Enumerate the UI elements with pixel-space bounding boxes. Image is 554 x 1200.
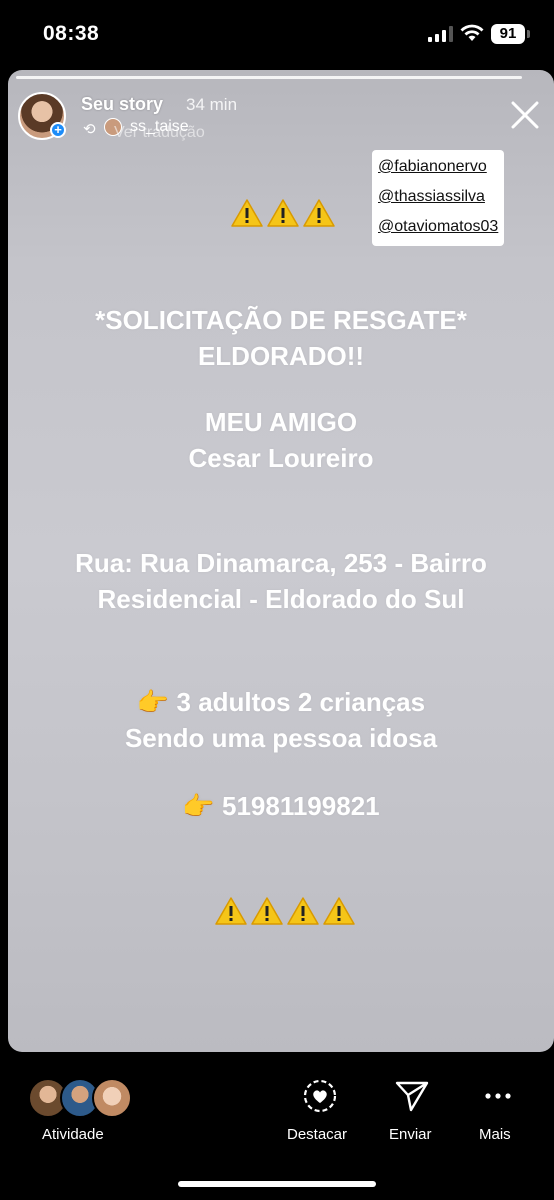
see-translation-link[interactable]: Ver tradução	[114, 124, 205, 142]
story-text-friend-name: Cesar Loureiro	[188, 443, 374, 473]
story-text-people: 👉 3 adultos 2 crianças	[8, 684, 554, 720]
add-story-icon[interactable]: +	[50, 122, 66, 138]
battery-indicator: 91	[491, 24, 525, 44]
mention-sticker[interactable]: @fabianonervo @thassiassilva @otaviomato…	[372, 150, 504, 246]
status-time: 08:38	[43, 22, 100, 45]
story-text-address-line2: Residencial - Eldorado do Sul	[97, 584, 465, 614]
home-indicator[interactable]	[178, 1181, 376, 1187]
warning-sign-icon	[287, 897, 319, 925]
mention-item[interactable]: @otaviomatos03	[372, 212, 504, 242]
story-timestamp: 34 min	[186, 95, 238, 114]
phone-number[interactable]: 51981199821	[222, 791, 380, 821]
pointing-hand-icon: 👉	[182, 791, 215, 821]
cellular-signal-icon	[428, 26, 453, 42]
story-card[interactable]: + Seu story 34 min ⟲ ss_taise Ver traduç…	[8, 70, 554, 1052]
pointing-hand-icon: 👉	[136, 687, 170, 717]
status-bar: 08:38 91	[0, 0, 554, 70]
highlight-heart-icon[interactable]	[302, 1078, 338, 1114]
story-text-phone: 👉 51981199821	[8, 788, 554, 824]
warning-sign-icon	[303, 199, 335, 227]
activity-viewers[interactable]	[28, 1078, 138, 1118]
warning-sign-icon	[215, 897, 247, 925]
mention-item[interactable]: @fabianonervo	[372, 152, 504, 182]
send-label[interactable]: Enviar	[389, 1126, 432, 1143]
story-username[interactable]: Seu story	[81, 94, 163, 115]
warning-sign-icon	[231, 199, 263, 227]
story-progress-bar	[16, 76, 522, 79]
close-icon[interactable]	[508, 98, 542, 132]
send-icon[interactable]	[394, 1078, 430, 1114]
highlight-label[interactable]: Destacar	[287, 1126, 347, 1143]
activity-label[interactable]: Atividade	[42, 1126, 104, 1143]
story-text-title: *SOLICITAÇÃO DE RESGATE*	[95, 305, 467, 335]
warning-sign-icon	[251, 897, 283, 925]
story-text-subtitle: ELDORADO!!	[197, 341, 365, 371]
wifi-icon	[460, 24, 484, 41]
battery-cap	[527, 30, 530, 38]
more-options-icon[interactable]	[480, 1078, 516, 1114]
warning-sign-icon	[267, 199, 299, 227]
story-text-friend-label: MEU AMIGO	[204, 407, 358, 437]
warning-sign-icon	[323, 897, 355, 925]
warning-signs-bottom	[214, 896, 356, 926]
people-count-text: 3 adultos 2 crianças	[176, 687, 426, 717]
more-label[interactable]: Mais	[479, 1126, 511, 1143]
warning-signs-top	[230, 198, 336, 228]
mention-item[interactable]: @thassiassilva	[372, 182, 504, 212]
viewer-avatar	[92, 1078, 132, 1118]
repost-icon: ⟲	[83, 121, 96, 138]
story-text-elderly: Sendo uma pessoa idosa	[124, 723, 438, 753]
story-text-address-line1: Rua: Rua Dinamarca, 253 - Bairro	[75, 548, 487, 578]
